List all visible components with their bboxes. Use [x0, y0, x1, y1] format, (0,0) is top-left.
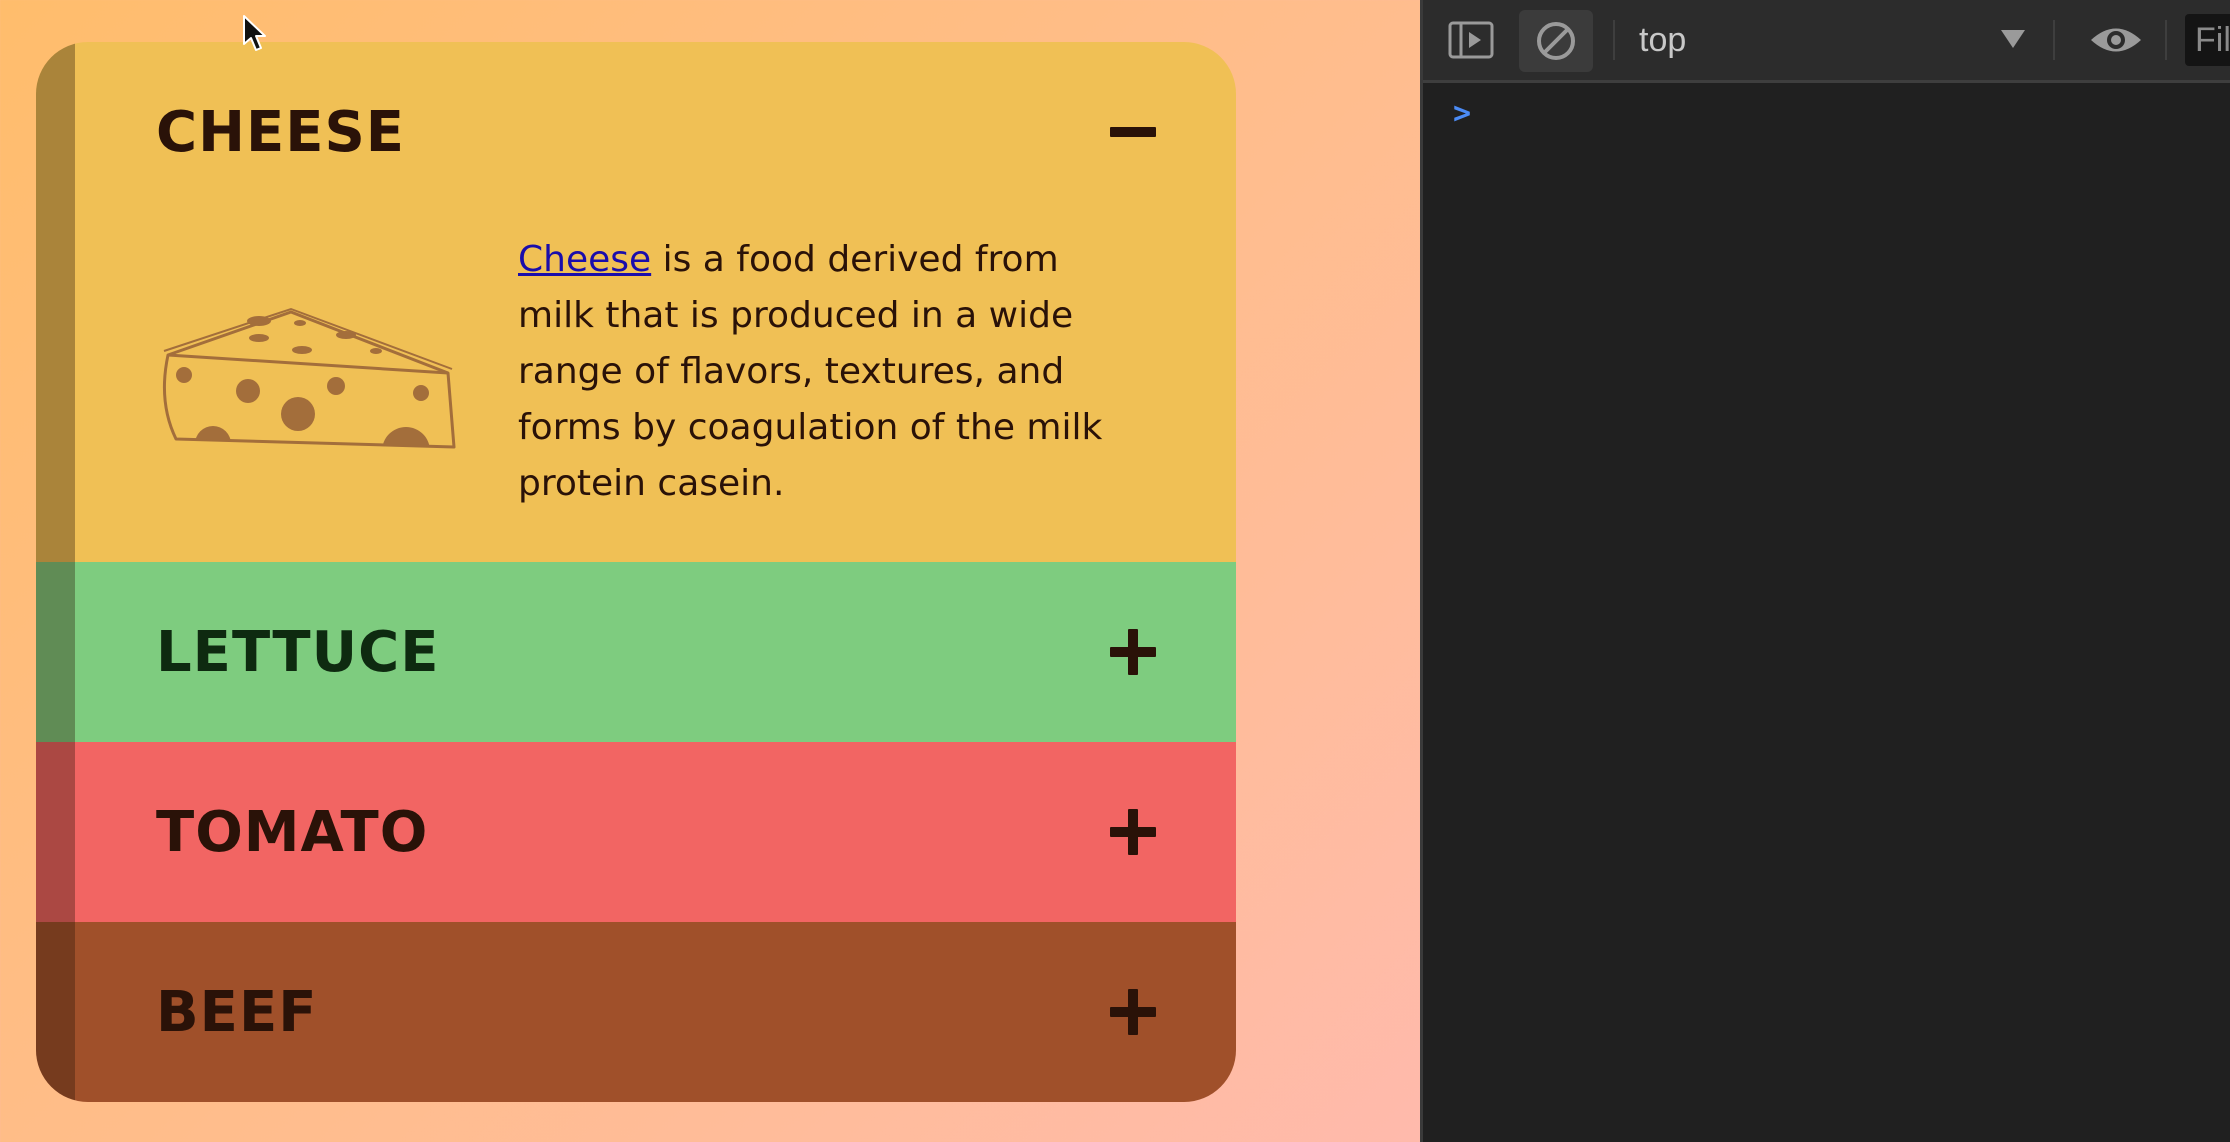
eye-icon[interactable]: [2081, 12, 2151, 68]
dock-side-icon[interactable]: [1443, 12, 1499, 68]
cheese-wedge-icon: [162, 307, 456, 449]
panel-body-cheese: Cheese is a food derived from milk that …: [36, 222, 1236, 562]
panel-cheese: CHEESE Cheese is a food derived from mil…: [36, 42, 1236, 562]
toolbar-separator: [1613, 20, 1615, 60]
panel-header-lettuce[interactable]: LETTUCE: [36, 562, 1236, 742]
panel-beef: BEEF: [36, 922, 1236, 1102]
panel-title: BEEF: [156, 979, 318, 1045]
plus-icon[interactable]: [1110, 809, 1156, 855]
plus-icon[interactable]: [1110, 989, 1156, 1035]
accordion-card: CHEESE Cheese is a food derived from mil…: [36, 42, 1236, 1102]
panel-header-cheese[interactable]: CHEESE: [36, 42, 1236, 222]
plus-icon[interactable]: [1110, 629, 1156, 675]
chevron-right-icon[interactable]: >: [1453, 96, 1471, 131]
panel-tomato: TOMATO: [36, 742, 1236, 922]
console-toolbar: top Filter: [1423, 0, 2230, 83]
panel-title: TOMATO: [156, 799, 429, 865]
cheese-link[interactable]: Cheese: [518, 239, 651, 280]
panel-header-beef[interactable]: BEEF: [36, 922, 1236, 1102]
context-selector-label[interactable]: top: [1639, 0, 1686, 80]
accordion-left-rail: [36, 42, 75, 1102]
panel-title: CHEESE: [156, 99, 406, 165]
toolbar-separator: [2053, 20, 2055, 60]
devtools-console-panel: top Filter >: [1420, 0, 2230, 1142]
mouse-cursor-icon: [243, 15, 266, 51]
panel-header-tomato[interactable]: TOMATO: [36, 742, 1236, 922]
toolbar-separator: [2165, 20, 2167, 60]
clear-console-icon[interactable]: [1519, 10, 1593, 72]
filter-input[interactable]: Filter: [2185, 14, 2230, 66]
minus-icon[interactable]: [1110, 109, 1156, 155]
panel-title: LETTUCE: [156, 619, 440, 685]
panel-lettuce: LETTUCE: [36, 562, 1236, 742]
triangle-down-icon[interactable]: [2001, 30, 2025, 48]
cheese-description: Cheese is a food derived from milk that …: [518, 232, 1118, 512]
